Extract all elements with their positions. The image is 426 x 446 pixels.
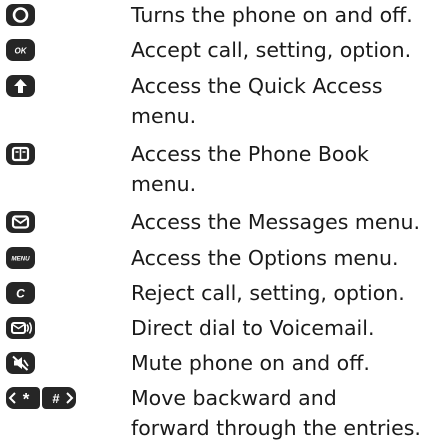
key-description: Access the Quick Access menu. xyxy=(131,74,383,128)
menu-key-icon: MENU xyxy=(6,247,35,269)
c-key-icon: C xyxy=(6,282,35,304)
hash-key-icon: # xyxy=(42,387,76,409)
c-key-label: C xyxy=(16,287,25,301)
ok-key-icon: OK xyxy=(6,39,35,61)
key-description: Access the Phone Book menu. xyxy=(131,142,369,196)
menu-key-label: MENU xyxy=(11,256,30,263)
phone-book-key-icon xyxy=(6,143,35,165)
mute-key-icon xyxy=(6,352,35,374)
key-description: Mute phone on and off. xyxy=(131,351,370,375)
key-description: Access the Messages menu. xyxy=(131,210,420,234)
key-description: Accept call, setting, option. xyxy=(131,38,412,62)
key-description: Reject call, setting, option. xyxy=(131,281,405,305)
messages-key-icon xyxy=(6,211,35,233)
key-description: Move backward and forward through the en… xyxy=(131,386,421,440)
key-description: Access the Options menu. xyxy=(131,246,399,270)
voicemail-key-icon xyxy=(6,317,35,339)
star-key-icon: * xyxy=(6,387,40,409)
key-reference-list: Turns the phone on and off. OK Accept ca… xyxy=(0,0,426,446)
up-arrow-key-icon xyxy=(6,75,35,97)
key-description: Direct dial to Voicemail. xyxy=(131,316,375,340)
ok-key-label: OK xyxy=(15,47,28,56)
key-description: Turns the phone on and off. xyxy=(131,3,413,27)
star-key-label: * xyxy=(23,390,30,409)
power-key-icon xyxy=(6,4,35,26)
hash-key-label: # xyxy=(52,391,60,406)
